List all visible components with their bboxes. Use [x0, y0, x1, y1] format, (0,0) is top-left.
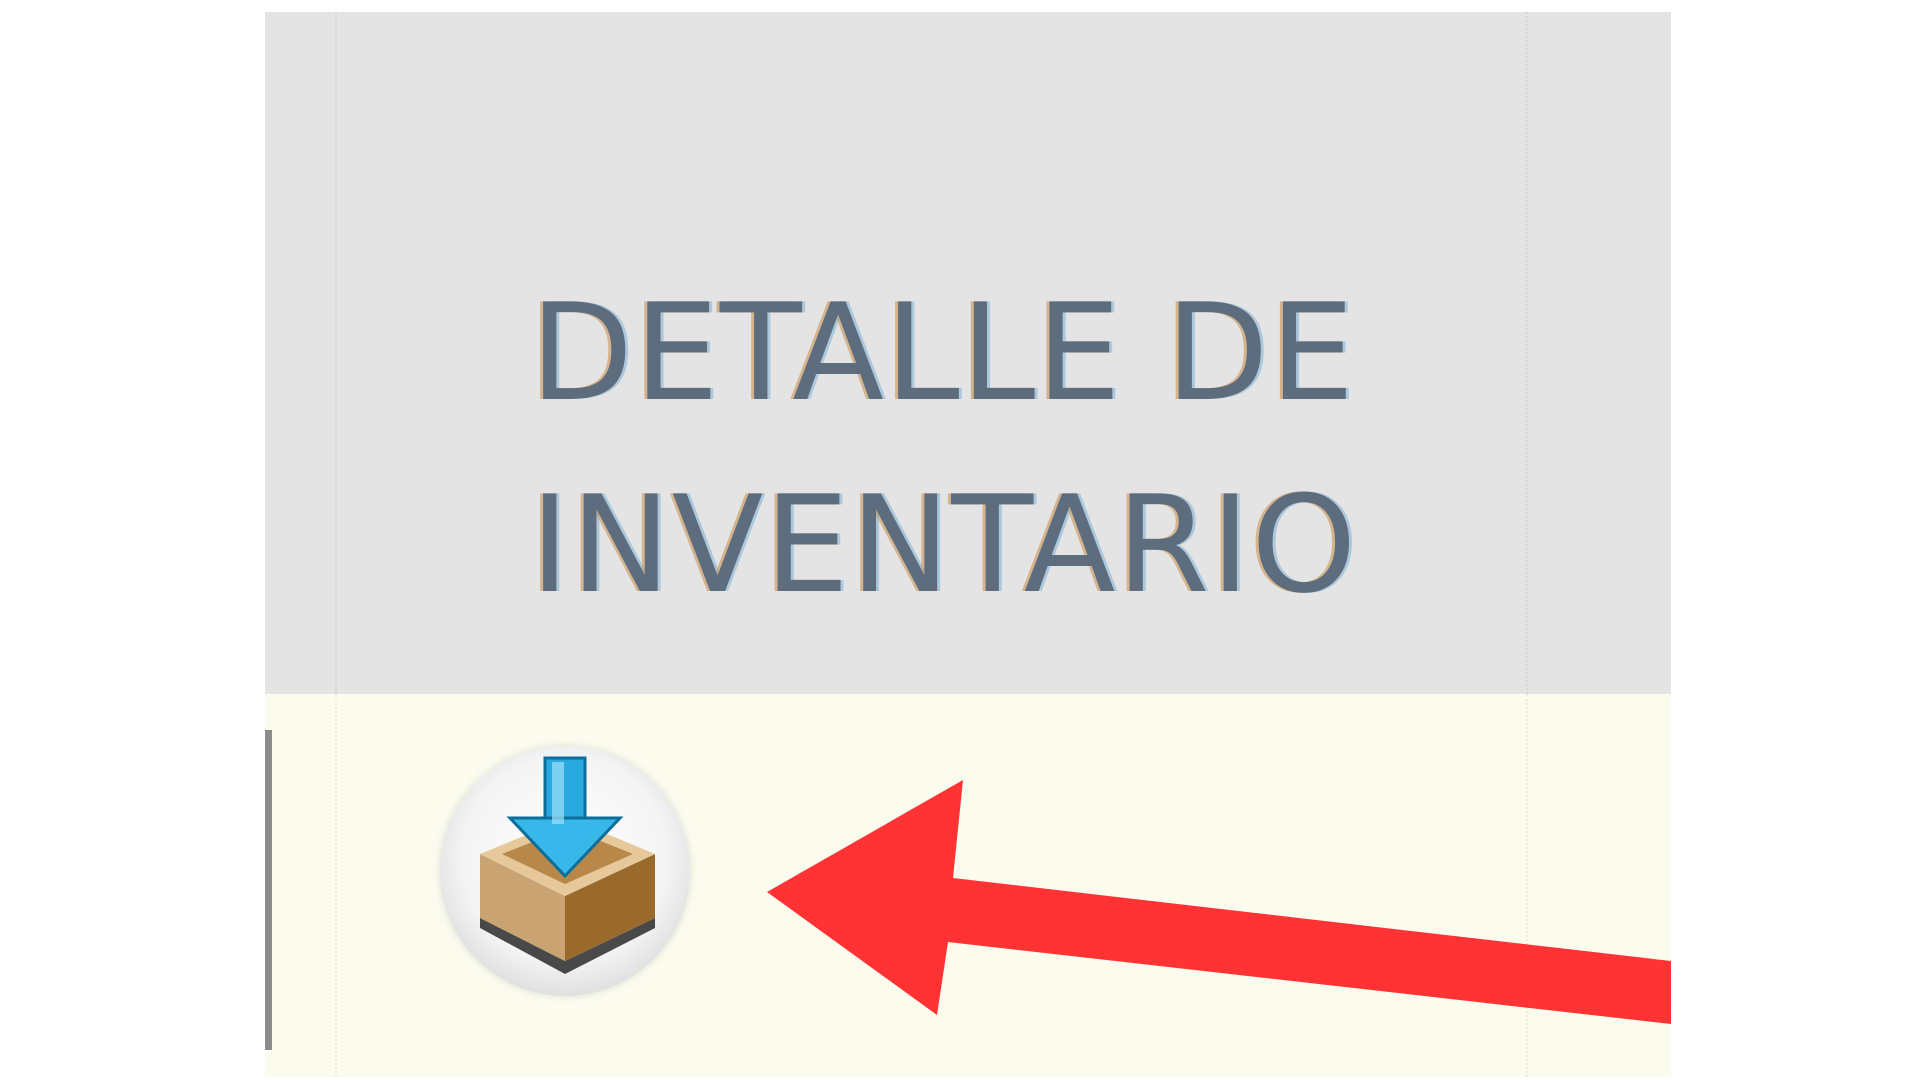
table-row [265, 694, 1671, 1077]
column-header-title-line1: DETALLE DE [530, 275, 1356, 431]
inventory-table: DETALLE DE INVENTARIO [265, 12, 1671, 1077]
column-divider [1526, 12, 1528, 694]
row-left-border [265, 730, 272, 1050]
column-header-title: DETALLE DE INVENTARIO [530, 257, 1430, 641]
download-box-icon [480, 756, 655, 974]
column-divider [1526, 694, 1528, 1077]
column-header-detalle-de-inventario: DETALLE DE INVENTARIO [265, 12, 1671, 694]
column-header-title-line2: INVENTARIO [530, 467, 1358, 623]
inventory-detail-download-button[interactable] [440, 746, 690, 996]
column-divider [335, 12, 337, 694]
column-divider [335, 694, 337, 1077]
